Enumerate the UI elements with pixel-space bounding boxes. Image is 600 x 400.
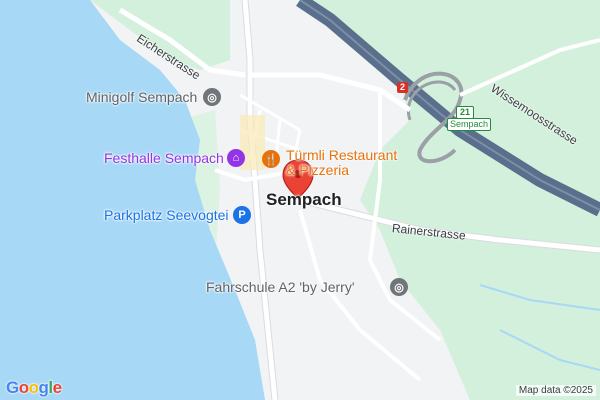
poi-label-festhalle[interactable]: Festhalle Sempach <box>104 150 224 166</box>
parking-icon[interactable]: P <box>233 206 251 224</box>
google-logo: Google <box>6 378 62 397</box>
poi-label-minigolf[interactable]: Minigolf Sempach <box>86 89 197 105</box>
poi-label-parkplatz[interactable]: Parkplatz Seevogtei <box>104 207 229 223</box>
exit-name-label: Sempach <box>447 118 492 131</box>
minigolf-icon[interactable]: ◎ <box>203 88 221 106</box>
motorway-shield: 2 <box>397 82 409 93</box>
festhalle-icon[interactable]: ⌂ <box>227 149 245 167</box>
place-label-sempach[interactable]: Sempach <box>266 190 342 210</box>
poi-label-fahrschule[interactable]: Fahrschule A2 'by Jerry' <box>206 279 355 295</box>
map-attribution[interactable]: Map data ©2025 <box>515 385 596 396</box>
poi-label-restaurant-line2[interactable]: & Pizzeria <box>286 162 349 178</box>
poi-label-restaurant-line1[interactable]: Türmli Restaurant <box>286 147 397 163</box>
restaurant-icon[interactable]: 🍴 <box>262 150 280 168</box>
fahrschule-icon[interactable]: ◎ <box>390 278 408 296</box>
map-canvas[interactable]: Eicherstrasse Rainerstrasse Wissemoosstr… <box>0 0 600 400</box>
